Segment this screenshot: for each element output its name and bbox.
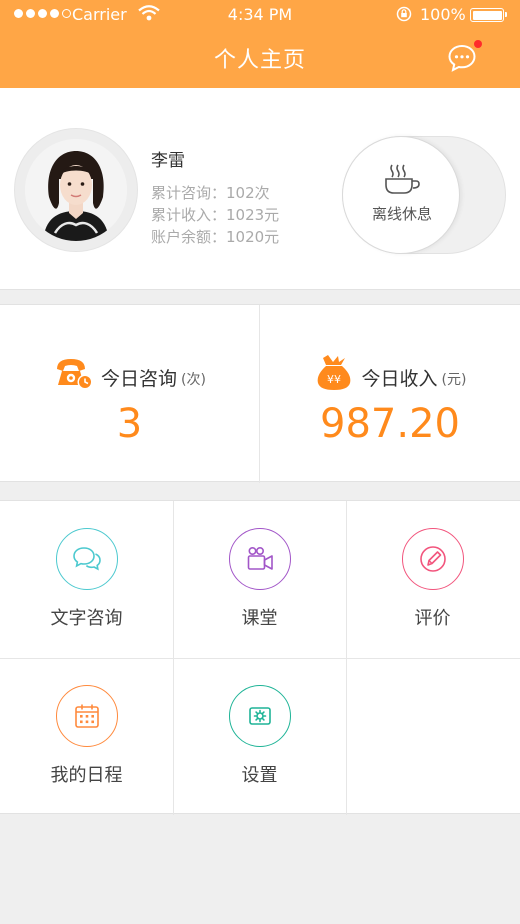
menu-label: 评价 [414, 608, 451, 629]
menu-my-schedule[interactable]: 我的日程 [0, 658, 173, 815]
today-income-card[interactable]: ¥¥ 今日收入 (元) 987.20 [260, 305, 520, 483]
online-status-toggle[interactable]: 离线休息 [342, 136, 506, 254]
battery-percent: 100% [420, 5, 466, 24]
svg-text:¥¥: ¥¥ [327, 373, 341, 386]
income-total: 累计收入：1023元 [151, 206, 280, 224]
avatar-photo [25, 139, 127, 241]
today-income-unit: (元) [441, 372, 467, 388]
menu-classroom[interactable]: 课堂 [173, 501, 346, 658]
gear-icon [248, 707, 271, 725]
today-summary: 今日咨询 (次) 3 ¥¥ 今日收入 (元) 987.20 [0, 304, 520, 483]
today-income-value: 987.20 [320, 401, 460, 447]
today-consult-label: 今日咨询 [101, 368, 178, 390]
avatar-frame [14, 128, 138, 252]
menu-review[interactable]: 评价 [346, 501, 519, 658]
menu-label: 我的日程 [50, 765, 123, 786]
coffee-cup-icon [385, 164, 420, 194]
top-bar: Carrier 4:34 PM 100% 个人主页 [0, 0, 520, 88]
profile-card: 李雷 累计咨询：102次 累计收入：1023元 账户余额：1020元 离线休息 [0, 88, 520, 290]
consult-total: 累计咨询：102次 [151, 184, 270, 202]
menu-label: 文字咨询 [50, 608, 123, 629]
function-grid: 文字咨询 课堂 评价 我的日程 设置 [0, 500, 520, 815]
menu-settings[interactable]: 设置 [173, 658, 346, 815]
money-bag-icon: ¥¥ [317, 355, 350, 390]
battery-icon [470, 8, 507, 22]
today-income-label: 今日收入 [361, 368, 438, 390]
user-name: 李雷 [151, 151, 185, 171]
chat-bubbles-icon [72, 547, 101, 571]
pencil-circle-icon [419, 546, 446, 572]
menu-text-consult[interactable]: 文字咨询 [0, 501, 173, 658]
today-consult-value: 3 [116, 401, 143, 447]
toggle-label: 离线休息 [371, 205, 432, 223]
today-consult-card[interactable]: 今日咨询 (次) 3 [0, 305, 260, 483]
menu-label: 课堂 [241, 608, 278, 629]
today-consult-unit: (次) [181, 372, 206, 388]
video-camera-icon [247, 546, 273, 570]
avatar[interactable] [25, 139, 127, 241]
menu-label: 设置 [241, 765, 278, 786]
status-bar: Carrier 4:34 PM 100% [0, 0, 520, 30]
rotation-lock-icon [396, 6, 412, 22]
phone-clock-icon [57, 359, 93, 390]
page-title: 个人主页 [213, 48, 306, 73]
account-balance: 账户余额：1020元 [151, 228, 280, 246]
message-icon[interactable] [446, 42, 478, 74]
calendar-icon [74, 704, 99, 728]
unread-badge [474, 40, 482, 48]
toggle-knob[interactable]: 离线休息 [342, 136, 460, 254]
